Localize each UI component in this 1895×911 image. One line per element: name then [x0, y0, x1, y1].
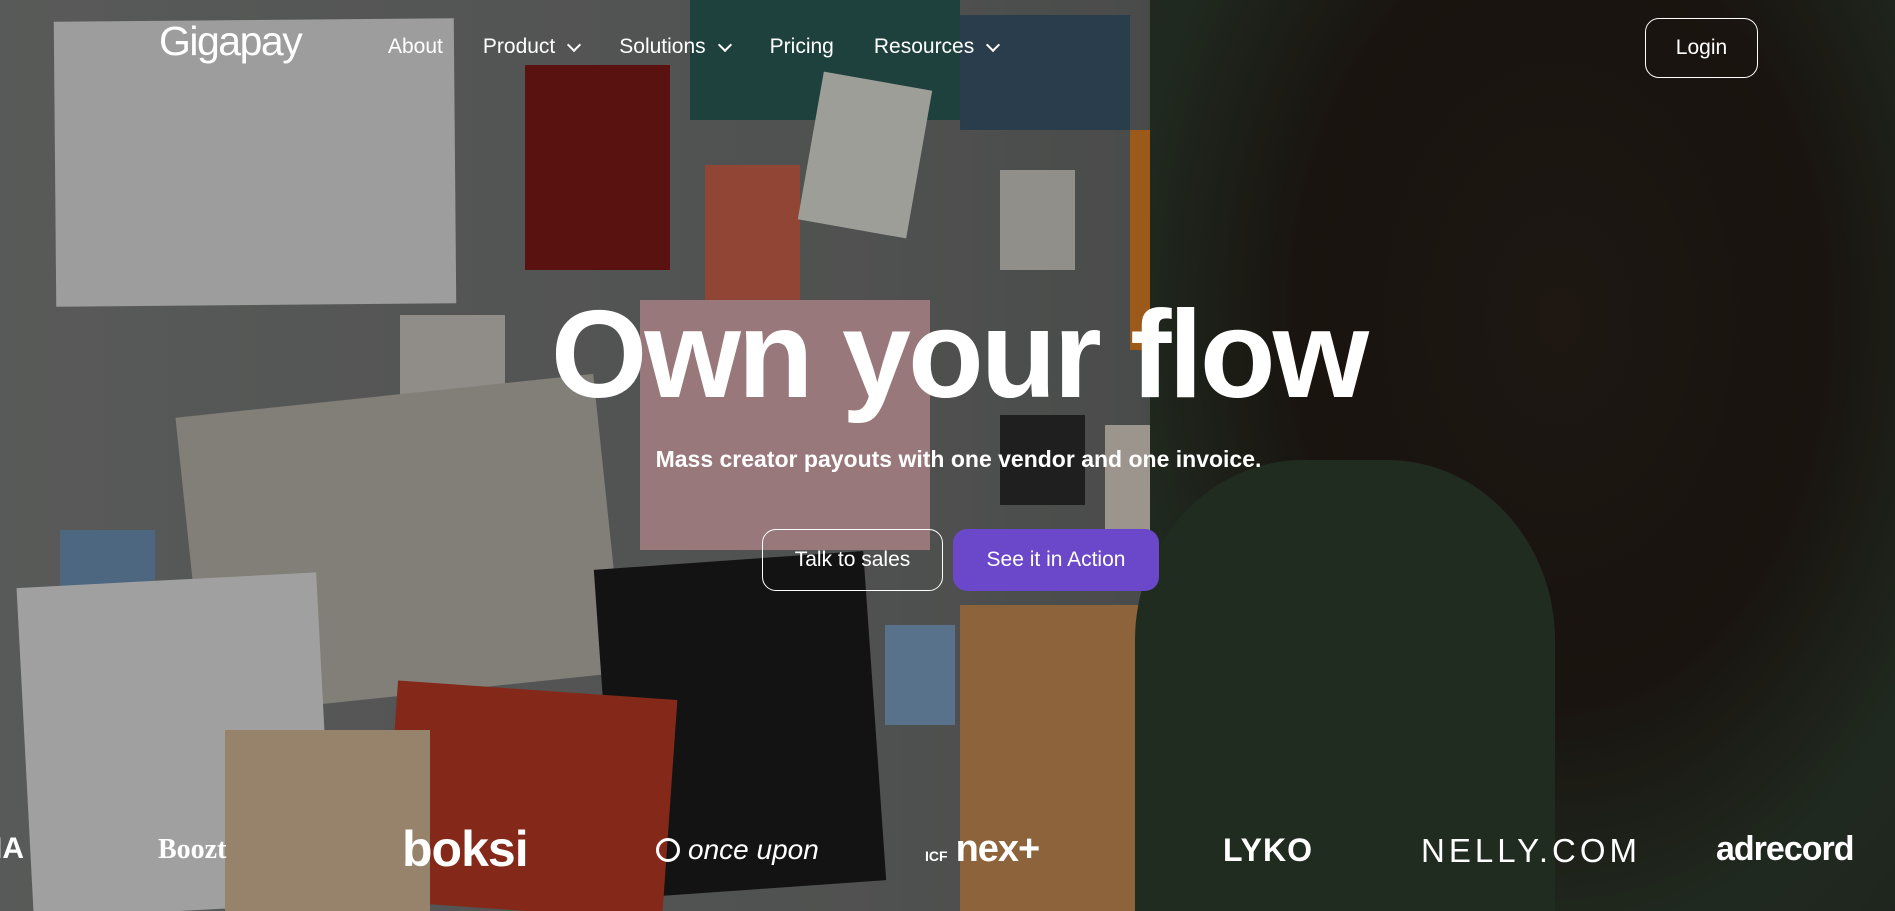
once-upon-icon: [656, 838, 680, 862]
nav-item-resources[interactable]: Resources: [873, 35, 1001, 59]
hero-subtitle: Mass creator payouts with one vendor and…: [655, 446, 1262, 472]
customer-logos: IA Boozt boksi once upon ICF nex+ LYKO N…: [0, 820, 1895, 885]
brand-logo-text: ICF: [925, 848, 948, 864]
talk-to-sales-button[interactable]: Talk to sales: [762, 529, 943, 591]
nav-item-about[interactable]: About: [388, 35, 443, 59]
chevron-down-icon: [986, 37, 1001, 52]
chevron-down-icon: [567, 37, 582, 52]
brand-logo-once-upon: once upon: [656, 834, 819, 866]
brand-logo-nelly: NELLY.COM: [1421, 832, 1642, 869]
brand-logo-text: once upon: [688, 834, 819, 865]
nav-item-solutions[interactable]: Solutions: [619, 35, 732, 59]
brand-logo-lyko: LYKO: [1223, 832, 1313, 868]
brand-logo-text: nex+: [955, 828, 1041, 870]
login-button[interactable]: Login: [1645, 18, 1758, 78]
nav-item-product[interactable]: Product: [482, 35, 582, 59]
nav-item-label: Pricing: [769, 35, 834, 58]
chevron-down-icon: [717, 37, 732, 52]
nav-item-label: Resources: [873, 35, 975, 58]
nav-item-label: Solutions: [619, 35, 706, 58]
top-nav: Gigapay About Product Solutions Pricing …: [0, 0, 1895, 100]
hero-title: Own your flow: [550, 286, 1369, 424]
brand-logo-boksi: boksi: [402, 821, 529, 877]
cta-group: Talk to sales See it in Action: [762, 529, 1159, 591]
gigapay-logo[interactable]: Gigapay: [159, 18, 303, 65]
brand-logo-partial: IA: [0, 832, 24, 865]
brand-logo-boozt: Boozt: [158, 834, 227, 865]
nav-links: About Product Solutions Pricing Resource…: [388, 35, 1038, 59]
nav-item-pricing[interactable]: Pricing: [770, 35, 834, 59]
brand-logo-icf-next: ICF nex+: [925, 828, 1041, 871]
hero-section: Gigapay About Product Solutions Pricing …: [0, 0, 1895, 911]
see-it-in-action-button[interactable]: See it in Action: [953, 529, 1159, 591]
nav-item-label: About: [388, 35, 443, 58]
nav-item-label: Product: [482, 35, 556, 58]
brand-logo-adrecord: adrecord: [1716, 830, 1854, 868]
